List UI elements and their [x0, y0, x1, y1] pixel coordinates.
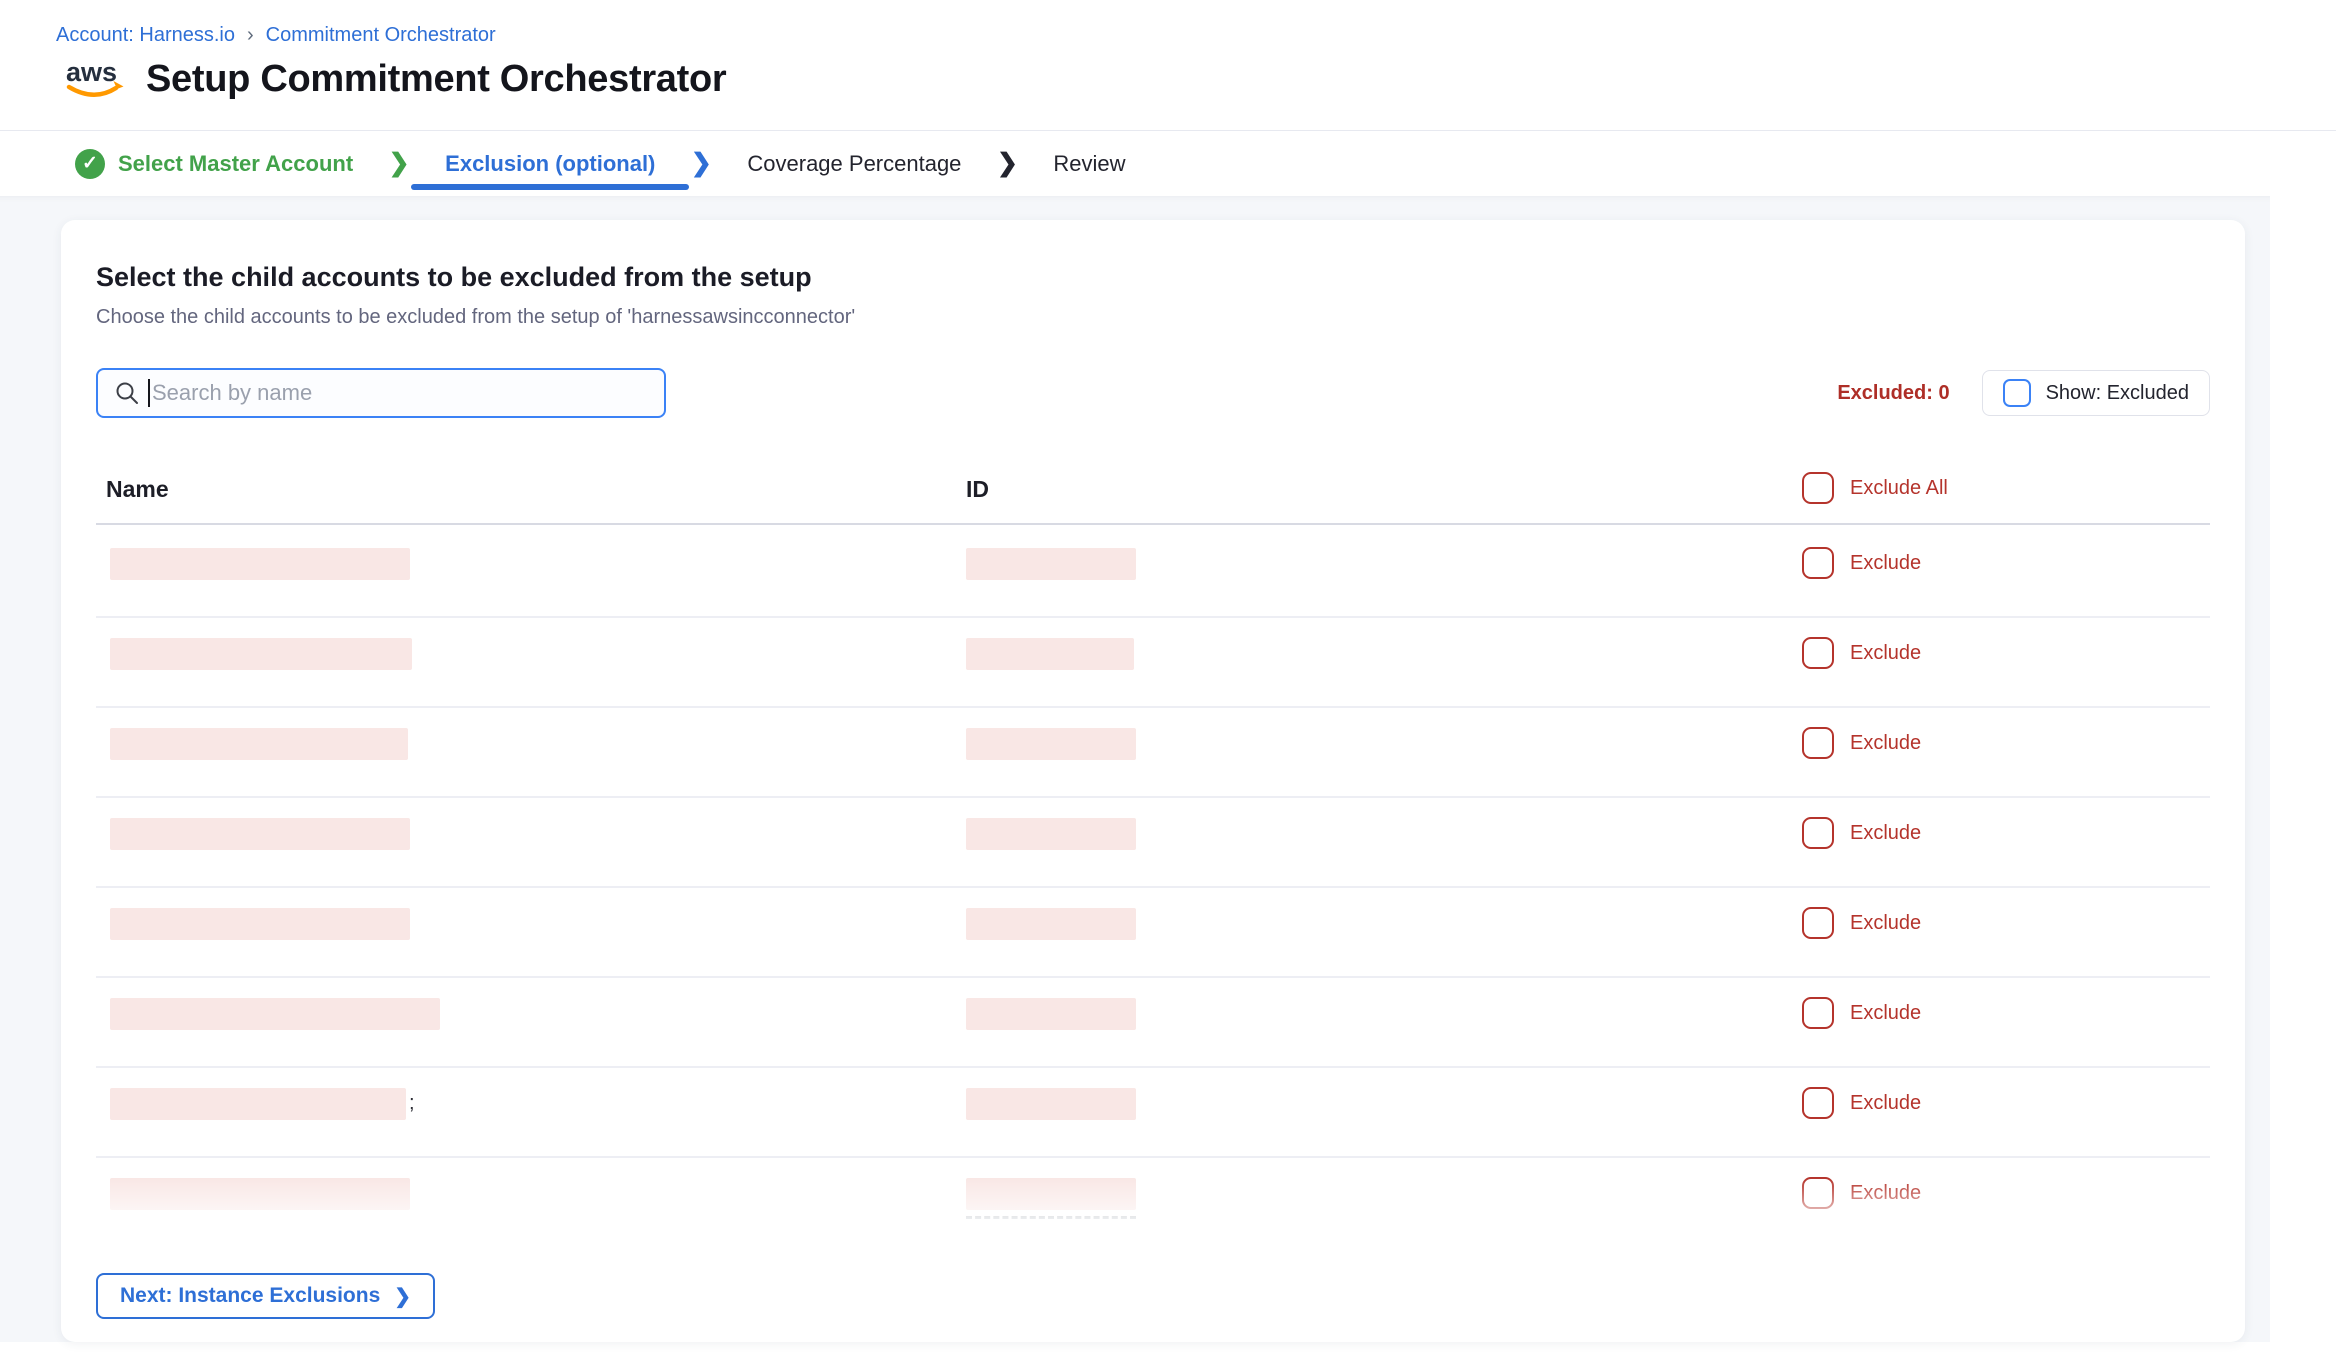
top-bar: Account: Harness.io › Commitment Orchest… [0, 0, 2336, 130]
exclusion-panel: Select the child accounts to be excluded… [61, 220, 2245, 1342]
row-exclude-label: Exclude [1850, 822, 1921, 845]
step-select-master-account[interactable]: ✓ Select Master Account [41, 131, 387, 196]
account-table-row: Exclude [96, 1158, 2210, 1240]
name-suffix: ; [409, 1092, 415, 1115]
id-placeholder-bar [966, 1088, 1136, 1120]
step-chevron-icon: ❯ [689, 151, 713, 176]
exclude-all-label: Exclude All [1850, 477, 1948, 500]
exclude-checkbox[interactable] [1802, 727, 1834, 759]
account-table-row: Exclude [96, 798, 2210, 888]
content-area: Select the child accounts to be excluded… [0, 196, 2270, 1342]
account-table-row: Exclude [96, 708, 2210, 798]
show-excluded-toggle[interactable]: Show: Excluded [1982, 370, 2210, 416]
name-placeholder-bar [110, 728, 408, 760]
search-box[interactable] [96, 368, 666, 418]
step-chevron-icon: ❯ [995, 151, 1019, 176]
next-button-label: Next: Instance Exclusions [120, 1284, 380, 1308]
next-button-chevron-icon: ❯ [394, 1284, 411, 1309]
panel-heading: Select the child accounts to be excluded… [96, 262, 812, 293]
row-exclude-control[interactable]: Exclude [1802, 817, 1921, 849]
id-placeholder-bar [966, 818, 1136, 850]
name-placeholder-bar [110, 998, 440, 1030]
step-review[interactable]: Review [1019, 131, 1159, 196]
column-header-name: Name [106, 476, 169, 503]
row-exclude-control[interactable]: Exclude [1802, 547, 1921, 579]
step-label: Select Master Account [118, 151, 353, 177]
id-placeholder-bar [966, 548, 1136, 580]
name-placeholder-bar [110, 1088, 406, 1120]
row-exclude-control[interactable]: Exclude [1802, 727, 1921, 759]
column-header-id: ID [966, 476, 989, 503]
panel-subheading: Choose the child accounts to be excluded… [96, 306, 855, 329]
name-placeholder-bar [110, 908, 410, 940]
exclude-checkbox[interactable] [1802, 1177, 1834, 1209]
toolbar-right: Excluded: 0 Show: Excluded [1837, 370, 2210, 416]
row-exclude-label: Exclude [1850, 552, 1921, 575]
account-table-row: Exclude [96, 528, 2210, 618]
row-exclude-control[interactable]: Exclude [1802, 1177, 1921, 1209]
step-label: Coverage Percentage [747, 151, 961, 177]
exclude-all-checkbox[interactable] [1802, 472, 1834, 504]
exclude-checkbox[interactable] [1802, 1087, 1834, 1119]
account-table-row: Exclude [96, 978, 2210, 1068]
next-instance-exclusions-button[interactable]: Next: Instance Exclusions ❯ [96, 1273, 435, 1319]
name-placeholder-bar [110, 818, 410, 850]
accounts-table-body: Exclude Exclude Exclude Exclude [96, 528, 2210, 1240]
wizard-stepper: ✓ Select Master Account ❯ Exclusion (opt… [0, 130, 2336, 196]
row-exclude-control[interactable]: Exclude [1802, 997, 1921, 1029]
svg-text:aws: aws [66, 57, 117, 87]
title-row: aws Setup Commitment Orchestrator [64, 54, 726, 104]
row-exclude-label: Exclude [1850, 732, 1921, 755]
row-exclude-label: Exclude [1850, 1092, 1921, 1115]
row-exclude-label: Exclude [1850, 642, 1921, 665]
breadcrumb-separator-icon: › [247, 24, 254, 47]
breadcrumb: Account: Harness.io › Commitment Orchest… [56, 24, 496, 47]
id-dashed-underline [966, 1216, 1136, 1219]
account-table-row: ; Exclude [96, 1068, 2210, 1158]
id-placeholder-bar [966, 638, 1134, 670]
id-placeholder-bar [966, 728, 1136, 760]
step-complete-check-icon: ✓ [75, 149, 105, 179]
exclude-all-control[interactable]: Exclude All [1802, 472, 1948, 504]
id-placeholder-bar [966, 1178, 1136, 1210]
show-excluded-label: Show: Excluded [2046, 382, 2189, 405]
step-label: Review [1053, 151, 1125, 177]
name-placeholder-bar [110, 638, 412, 670]
accounts-table-header: Name ID Exclude All [96, 472, 2210, 525]
row-exclude-control[interactable]: Exclude [1802, 1087, 1921, 1119]
name-placeholder-bar [110, 1178, 410, 1210]
breadcrumb-page-link[interactable]: Commitment Orchestrator [266, 24, 496, 47]
name-placeholder-bar [110, 548, 410, 580]
excluded-count-badge: Excluded: 0 [1837, 382, 1949, 405]
account-table-row: Exclude [96, 618, 2210, 708]
account-table-row: Exclude [96, 888, 2210, 978]
exclude-checkbox[interactable] [1802, 637, 1834, 669]
show-excluded-checkbox[interactable] [2003, 379, 2031, 407]
step-coverage-percentage[interactable]: Coverage Percentage [713, 131, 995, 196]
step-chevron-icon: ❯ [387, 151, 411, 176]
row-exclude-label: Exclude [1850, 1182, 1921, 1205]
step-label: Exclusion (optional) [445, 151, 655, 177]
aws-logo-icon: aws [64, 54, 128, 104]
step-exclusion[interactable]: Exclusion (optional) [411, 131, 689, 196]
row-exclude-control[interactable]: Exclude [1802, 637, 1921, 669]
exclude-checkbox[interactable] [1802, 547, 1834, 579]
text-cursor [148, 379, 150, 407]
row-exclude-label: Exclude [1850, 912, 1921, 935]
row-exclude-label: Exclude [1850, 1002, 1921, 1025]
id-placeholder-bar [966, 908, 1136, 940]
search-input[interactable] [152, 380, 648, 406]
row-exclude-control[interactable]: Exclude [1802, 907, 1921, 939]
exclude-checkbox[interactable] [1802, 907, 1834, 939]
id-placeholder-bar [966, 998, 1136, 1030]
page: Account: Harness.io › Commitment Orchest… [0, 0, 2336, 1362]
breadcrumb-account-link[interactable]: Account: Harness.io [56, 24, 235, 47]
table-toolbar: Excluded: 0 Show: Excluded [96, 367, 2210, 419]
search-icon [114, 380, 140, 406]
exclude-checkbox[interactable] [1802, 997, 1834, 1029]
exclude-checkbox[interactable] [1802, 817, 1834, 849]
page-title: Setup Commitment Orchestrator [146, 58, 726, 101]
